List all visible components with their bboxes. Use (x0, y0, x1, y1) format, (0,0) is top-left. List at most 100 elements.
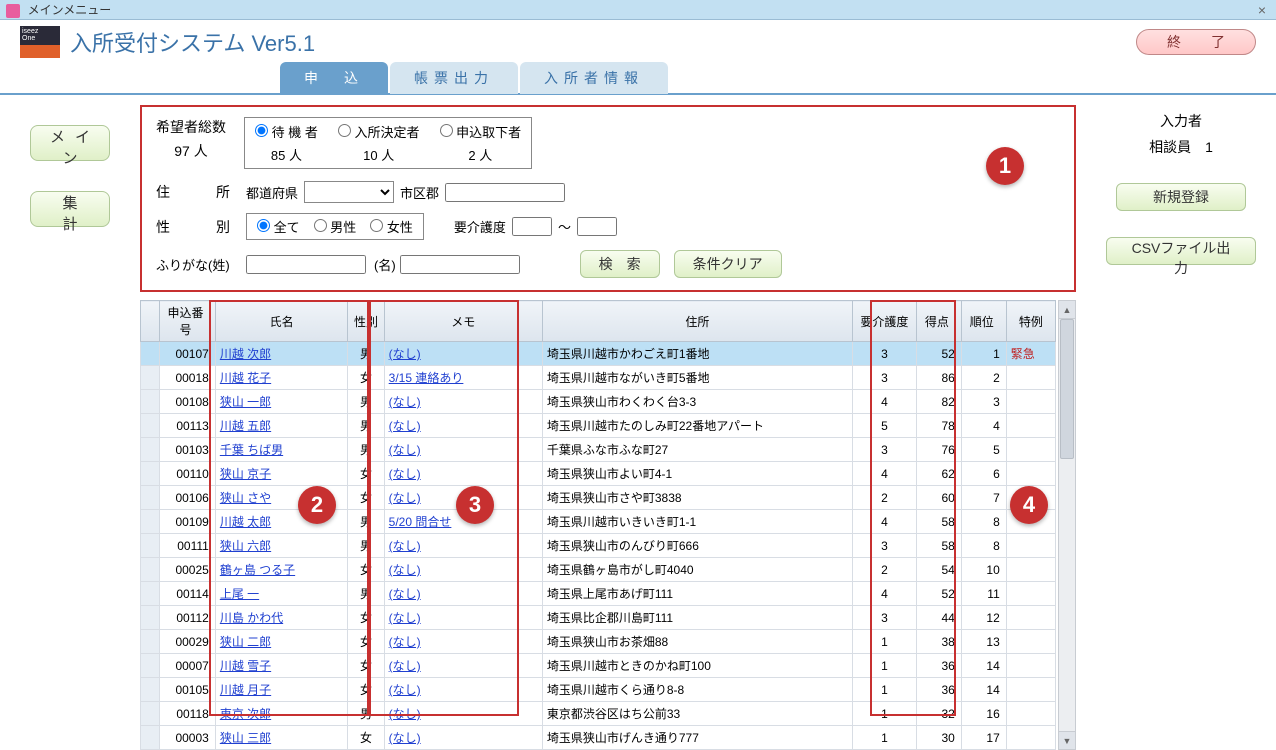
name-link[interactable]: 狭山 さや (220, 491, 271, 505)
name-link[interactable]: 川越 次郎 (220, 347, 271, 361)
pref-select[interactable] (304, 181, 394, 203)
memo-link[interactable]: (なし) (389, 659, 421, 673)
row-header[interactable] (141, 366, 160, 390)
scroll-thumb[interactable] (1060, 319, 1074, 459)
table-row[interactable]: 00113川越 五郎男(なし)埼玉県川越市たのしみ町22番地アパート5784 (141, 414, 1056, 438)
col-memo[interactable]: メモ (384, 301, 542, 342)
memo-link[interactable]: (なし) (389, 635, 421, 649)
memo-link[interactable]: (なし) (389, 683, 421, 697)
vertical-scrollbar[interactable]: ▲ ▼ (1058, 300, 1076, 750)
name-link[interactable]: 東京 次郎 (220, 707, 271, 721)
row-header[interactable] (141, 654, 160, 678)
kana-surname-input[interactable] (246, 255, 366, 274)
memo-link[interactable]: 5/20 問合せ (389, 515, 452, 529)
name-link[interactable]: 川越 太郎 (220, 515, 271, 529)
name-link[interactable]: 上尾 一 (220, 587, 259, 601)
gender-male[interactable]: 男性 (314, 217, 357, 236)
table-row[interactable]: 00111狭山 六郎男(なし)埼玉県狭山市のんびり町6663588 (141, 534, 1056, 558)
memo-link[interactable]: (なし) (389, 563, 421, 577)
row-header[interactable] (141, 462, 160, 486)
col-id[interactable]: 申込番号 (160, 301, 216, 342)
table-row[interactable]: 00025鶴ヶ島 つる子女(なし)埼玉県鶴ヶ島市がし町404025410 (141, 558, 1056, 582)
main-button[interactable]: メイン (30, 125, 110, 161)
row-header[interactable] (141, 438, 160, 462)
table-row[interactable]: 00114上尾 一男(なし)埼玉県上尾市あげ町11145211 (141, 582, 1056, 606)
row-header[interactable] (141, 678, 160, 702)
tab-apply[interactable]: 申 込 (280, 62, 388, 94)
name-link[interactable]: 川島 かわ代 (220, 611, 283, 625)
memo-link[interactable]: (なし) (389, 347, 421, 361)
row-header[interactable] (141, 606, 160, 630)
gender-all[interactable]: 全て (257, 217, 300, 236)
memo-link[interactable]: (なし) (389, 731, 421, 745)
kana-name-input[interactable] (400, 255, 520, 274)
row-header[interactable] (141, 534, 160, 558)
exit-button[interactable]: 終 了 (1136, 29, 1256, 55)
table-row[interactable]: 00107川越 次郎男(なし)埼玉県川越市かわごえ町1番地3521緊急 (141, 342, 1056, 366)
row-header[interactable] (141, 582, 160, 606)
name-link[interactable]: 狭山 三郎 (220, 731, 271, 745)
status-waiting[interactable]: 待 機 者 (255, 125, 318, 140)
col-spec[interactable]: 特例 (1006, 301, 1055, 342)
table-row[interactable]: 00105川越 月子女(なし)埼玉県川越市くら通り8-813614 (141, 678, 1056, 702)
memo-link[interactable]: (なし) (389, 611, 421, 625)
table-row[interactable]: 00103千葉 ちば男男(なし)千葉県ふな市ふな町273765 (141, 438, 1056, 462)
table-row[interactable]: 00112川島 かわ代女(なし)埼玉県比企郡川島町11134412 (141, 606, 1056, 630)
scroll-down-icon[interactable]: ▼ (1059, 731, 1075, 749)
memo-link[interactable]: (なし) (389, 467, 421, 481)
row-header[interactable] (141, 342, 160, 366)
memo-link[interactable]: (なし) (389, 395, 421, 409)
col-care[interactable]: 要介護度 (852, 301, 916, 342)
new-register-button[interactable]: 新規登録 (1116, 183, 1246, 211)
memo-link[interactable]: 3/15 連絡あり (389, 371, 464, 385)
col-addr[interactable]: 住所 (542, 301, 852, 342)
name-link[interactable]: 狭山 京子 (220, 467, 271, 481)
name-link[interactable]: 川越 雪子 (220, 659, 271, 673)
col-score[interactable]: 得点 (916, 301, 961, 342)
aggregate-button[interactable]: 集 計 (30, 191, 110, 227)
care-from-input[interactable] (512, 217, 552, 236)
tab-resident[interactable]: 入所者情報 (520, 62, 668, 94)
memo-link[interactable]: (なし) (389, 539, 421, 553)
col-sex[interactable]: 性別 (348, 301, 384, 342)
table-row[interactable]: 00007川越 雪子女(なし)埼玉県川越市ときのかね町10013614 (141, 654, 1056, 678)
memo-link[interactable]: (なし) (389, 587, 421, 601)
name-link[interactable]: 狭山 一郎 (220, 395, 271, 409)
table-row[interactable]: 00118東京 次郎男(なし)東京都渋谷区はち公前3313216 (141, 702, 1056, 726)
table-row[interactable]: 00106狭山 さや女(なし)埼玉県狭山市さや町38382607 (141, 486, 1056, 510)
row-header[interactable] (141, 630, 160, 654)
status-withdrawn[interactable]: 申込取下者 (440, 125, 522, 140)
table-row[interactable]: 00110狭山 京子女(なし)埼玉県狭山市よい町4-14626 (141, 462, 1056, 486)
col-name[interactable]: 氏名 (215, 301, 348, 342)
status-decided[interactable]: 入所決定者 (338, 125, 420, 140)
clear-button[interactable]: 条件クリア (674, 250, 782, 278)
col-rank[interactable]: 順位 (961, 301, 1006, 342)
name-link[interactable]: 狭山 二郎 (220, 635, 271, 649)
gender-female[interactable]: 女性 (370, 217, 413, 236)
memo-link[interactable]: (なし) (389, 443, 421, 457)
name-link[interactable]: 狭山 六郎 (220, 539, 271, 553)
table-row[interactable]: 00029狭山 二郎女(なし)埼玉県狭山市お茶畑8813813 (141, 630, 1056, 654)
name-link[interactable]: 川越 月子 (220, 683, 271, 697)
row-header[interactable] (141, 390, 160, 414)
row-header[interactable] (141, 726, 160, 750)
table-row[interactable]: 00018川越 花子女3/15 連絡あり埼玉県川越市ながいき町5番地3862 (141, 366, 1056, 390)
row-header[interactable] (141, 510, 160, 534)
name-link[interactable]: 千葉 ちば男 (220, 443, 283, 457)
memo-link[interactable]: (なし) (389, 491, 421, 505)
care-to-input[interactable] (577, 217, 617, 236)
name-link[interactable]: 川越 花子 (220, 371, 271, 385)
name-link[interactable]: 川越 五郎 (220, 419, 271, 433)
city-input[interactable] (445, 183, 565, 202)
row-header[interactable] (141, 702, 160, 726)
table-row[interactable]: 00003狭山 三郎女(なし)埼玉県狭山市げんき通り77713017 (141, 726, 1056, 750)
table-row[interactable]: 00109川越 太郎男5/20 問合せ埼玉県川越市いきいき町1-14588 (141, 510, 1056, 534)
scroll-up-icon[interactable]: ▲ (1059, 301, 1075, 319)
row-header[interactable] (141, 414, 160, 438)
memo-link[interactable]: (なし) (389, 707, 421, 721)
row-header[interactable] (141, 486, 160, 510)
row-header[interactable] (141, 558, 160, 582)
tab-report[interactable]: 帳票出力 (390, 62, 518, 94)
scroll-track[interactable] (1059, 319, 1075, 731)
name-link[interactable]: 鶴ヶ島 つる子 (220, 563, 295, 577)
